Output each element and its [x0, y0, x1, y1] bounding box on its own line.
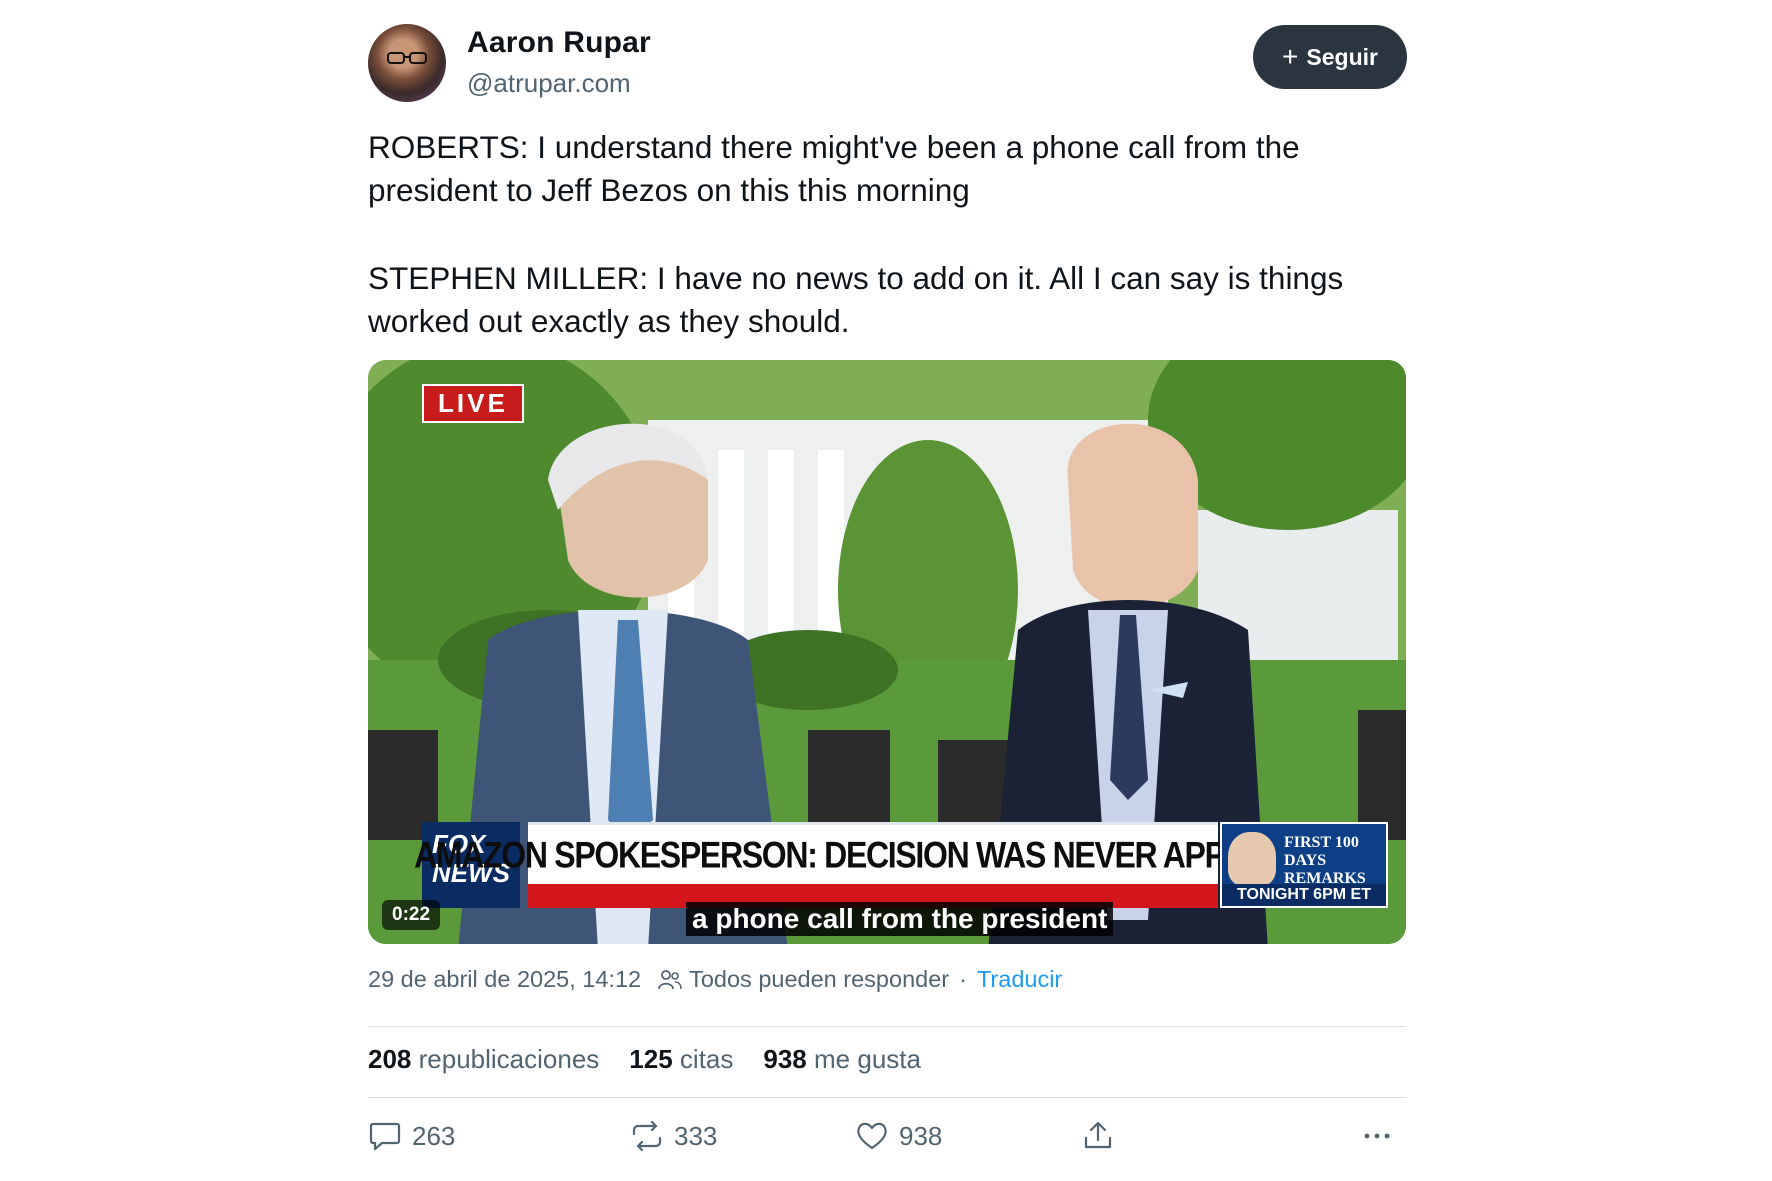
post-meta: 29 de abril de 2025, 14:12 Todos pueden … [368, 966, 1062, 993]
glasses-graphic [387, 52, 427, 64]
divider [368, 1026, 1406, 1027]
author-handle[interactable]: @atrupar.com [467, 68, 631, 99]
share-button[interactable] [1081, 1120, 1115, 1152]
meta-separator: · [959, 966, 967, 992]
reply-count: 263 [412, 1120, 456, 1151]
reply-setting: Todos pueden responder [689, 966, 950, 992]
plus-icon: + [1282, 41, 1299, 72]
repost-icon [632, 1120, 662, 1152]
chyron-text: AMAZON SPOKESPERSON: DECISION WAS NEVER … [414, 833, 1333, 876]
promo-portrait [1228, 832, 1276, 886]
video-timestamp: 0:22 [382, 900, 441, 930]
engagement-stats: 208 republicaciones 125 citas 938 me gus… [368, 1044, 921, 1075]
repost-button[interactable]: 333 [630, 1120, 717, 1152]
author-avatar[interactable] [368, 24, 446, 102]
likes-label: me gusta [814, 1044, 921, 1074]
more-button[interactable] [1360, 1120, 1394, 1152]
promo-graphic: FIRST 100 DAYS REMARKS TONIGHT 6PM ET [1220, 822, 1388, 908]
live-badge: LIVE [422, 384, 524, 423]
chyron: AMAZON SPOKESPERSON: DECISION WAS NEVER … [414, 822, 1333, 885]
more-options-icon [1364, 1133, 1390, 1139]
reply-button[interactable]: 263 [368, 1120, 455, 1152]
follow-button[interactable]: + Seguir [1253, 25, 1407, 89]
post-card: Aaron Rupar @atrupar.com + Seguir ROBERT… [368, 0, 1407, 1181]
share-icon [1084, 1121, 1112, 1149]
reposts-stat[interactable]: 208 republicaciones [368, 1044, 599, 1075]
reply-icon [369, 1122, 401, 1151]
reposts-label: republicaciones [418, 1044, 600, 1074]
action-bar: 263 333 938 [368, 1120, 1406, 1170]
heart-icon [857, 1122, 887, 1150]
quotes-count: 125 [629, 1044, 673, 1074]
post-paragraph: STEPHEN MILLER: I have no news to add on… [368, 260, 1344, 339]
video-subtitle: a phone call from the president [686, 902, 1114, 936]
reposts-count: 208 [368, 1044, 412, 1074]
quotes-label: citas [679, 1044, 734, 1074]
people-icon [658, 969, 682, 989]
translate-link[interactable]: Traducir [977, 966, 1062, 993]
post-date[interactable]: 29 de abril de 2025, 14:12 [368, 966, 641, 993]
promo-time: TONIGHT 6PM ET [1222, 884, 1386, 906]
likes-count: 938 [763, 1044, 807, 1074]
author-name[interactable]: Aaron Rupar [467, 26, 651, 60]
promo-title: FIRST 100 DAYS REMARKS [1284, 834, 1366, 887]
likes-stat[interactable]: 938 me gusta [763, 1044, 921, 1075]
repost-count: 333 [674, 1120, 718, 1151]
video-player[interactable]: LIVE FOX NEWS AMAZON SPOKESPERSON: DECIS… [368, 360, 1406, 944]
divider [368, 1097, 1406, 1098]
post-paragraph: ROBERTS: I understand there might've bee… [368, 129, 1300, 208]
quotes-stat[interactable]: 125 citas [629, 1044, 733, 1075]
like-button[interactable]: 938 [855, 1120, 942, 1152]
follow-label: Seguir [1306, 43, 1378, 70]
like-count: 938 [899, 1120, 943, 1151]
